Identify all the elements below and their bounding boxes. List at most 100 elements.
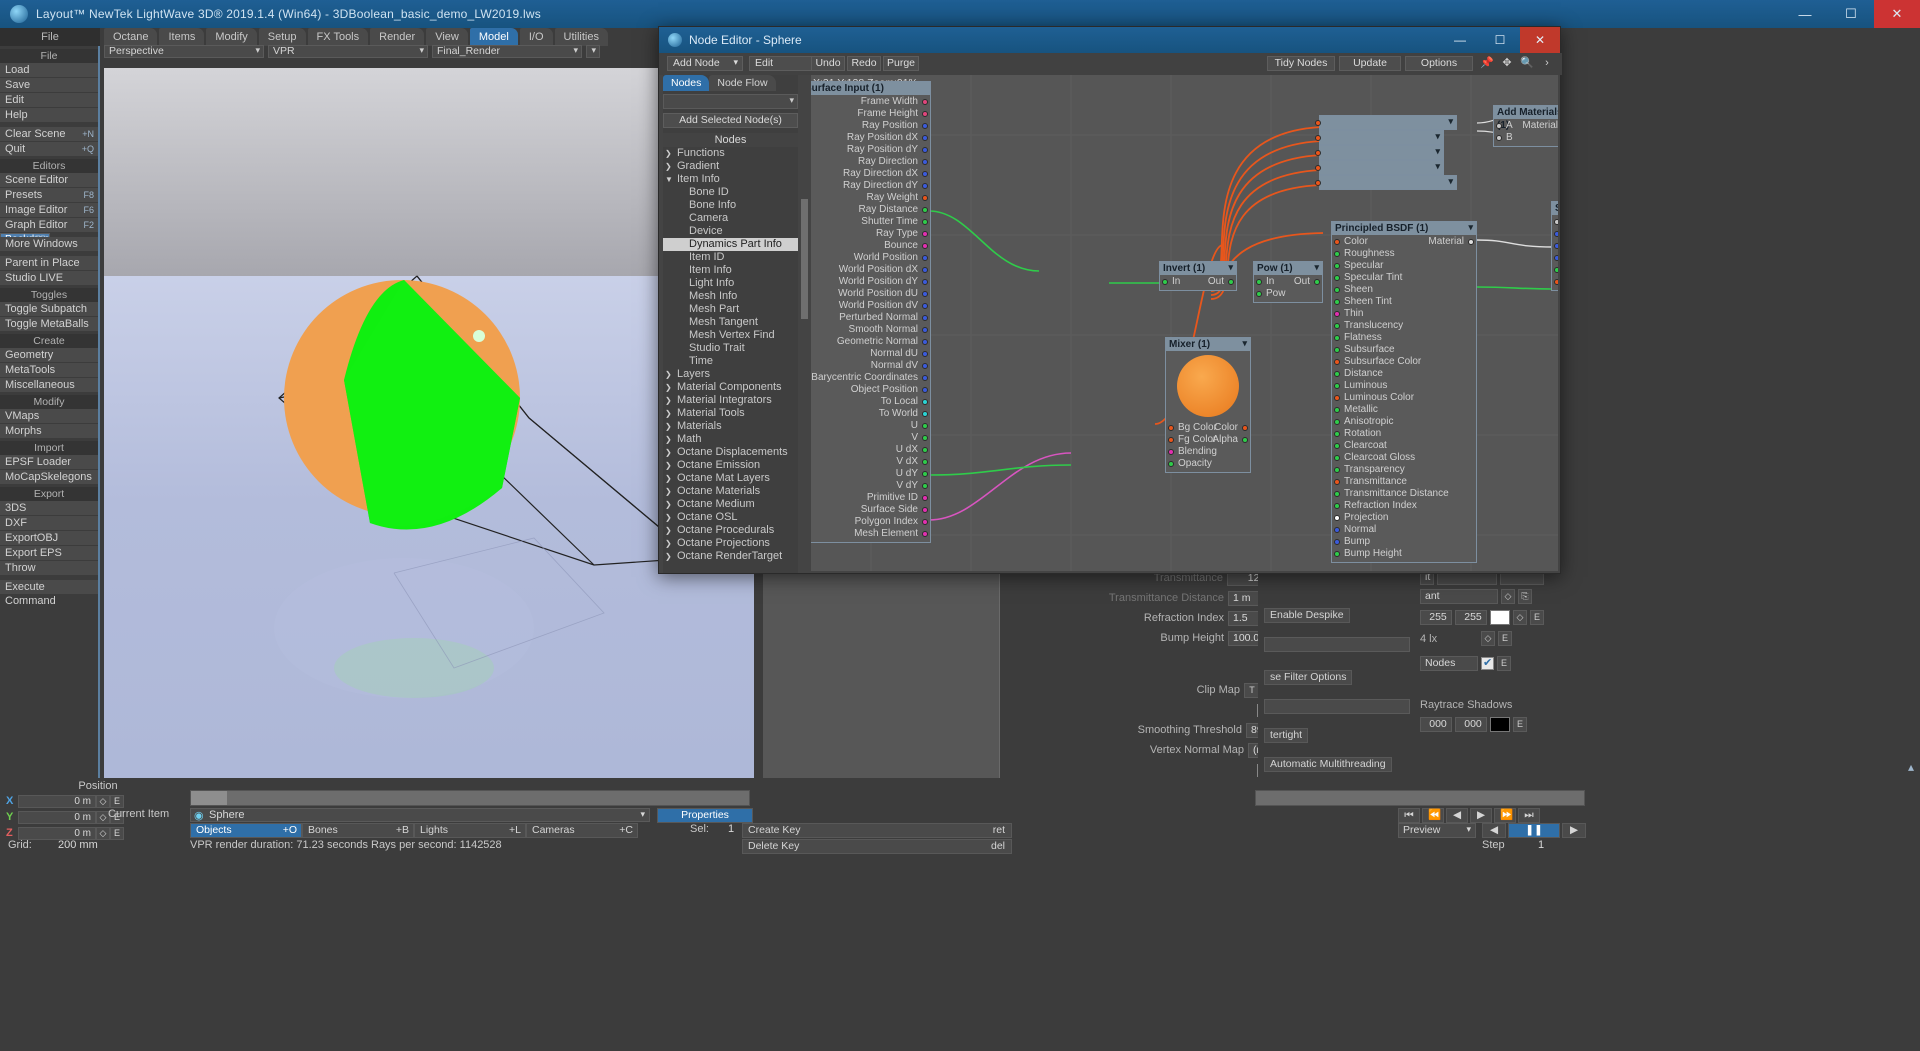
nodes-checkbox[interactable] <box>1481 656 1494 670</box>
axis-key-icon-z[interactable]: ◇ <box>96 827 110 840</box>
port-dot[interactable] <box>1334 455 1340 461</box>
lx-envelope-button[interactable]: E <box>1498 631 1512 646</box>
port-dot[interactable] <box>1334 347 1340 353</box>
port-dot-bg[interactable] <box>1168 425 1174 431</box>
port-dot[interactable] <box>1334 383 1340 389</box>
pbsdf-port-clearcoat[interactable]: Clearcoat <box>1332 440 1476 452</box>
item-type-buttons[interactable]: Objects +O Bones +B Lights +L Cameras +C <box>190 823 638 838</box>
axis-value-x[interactable]: 0 m <box>18 795 96 808</box>
sidebar-item-save[interactable]: Save <box>0 78 98 92</box>
port-dot[interactable] <box>922 123 928 129</box>
playback-controls[interactable]: ◀ ❚❚ ▶ <box>1482 823 1586 838</box>
node-tree-item-functions[interactable]: ❯ Functions <box>663 147 798 160</box>
port-dot[interactable] <box>922 351 928 357</box>
pbsdf-port-distance[interactable]: Distance <box>1332 368 1476 380</box>
port-dot[interactable] <box>922 183 928 189</box>
sidebar-item-epsf-loader[interactable]: EPSF Loader <box>0 455 98 469</box>
chevron-right-icon[interactable]: ❯ <box>665 498 677 511</box>
add-materials-node[interactable]: Add Materials (1)▾ A Material B <box>1493 105 1558 147</box>
pbsdf-port-sheen-tint[interactable]: Sheen Tint <box>1332 296 1476 308</box>
port-dot[interactable] <box>1334 551 1340 557</box>
surface-input-port-to-world[interactable]: To World <box>811 408 930 420</box>
color-key-icon[interactable]: ◇ <box>1513 610 1527 625</box>
pbsdf-port-transmittance[interactable]: Transmittance <box>1332 476 1476 488</box>
port-dot[interactable] <box>1334 419 1340 425</box>
port-a[interactable]: A Material <box>1494 120 1558 132</box>
chevron-right-icon[interactable]: › <box>1539 55 1555 71</box>
surface-out-port-normal[interactable]: Normal <box>1552 228 1558 240</box>
sidebar-item-geometry[interactable]: Geometry <box>0 348 98 362</box>
pbsdf-port-transparency[interactable]: Transparency <box>1332 464 1476 476</box>
invert-node-title[interactable]: Invert (1) ▾ <box>1160 262 1236 275</box>
port-dot[interactable] <box>922 147 928 153</box>
surface-input-port-ray-position-dx[interactable]: Ray Position dX <box>811 132 930 144</box>
sidebar-item-toggle-metaballs[interactable]: Toggle MetaBalls <box>0 317 98 331</box>
port-dot-out[interactable] <box>1228 279 1234 285</box>
port-dot[interactable] <box>922 447 928 453</box>
port-dot[interactable] <box>922 411 928 417</box>
port-dot[interactable] <box>1554 219 1558 225</box>
chevron-right-icon[interactable]: ❯ <box>665 420 677 433</box>
surface-input-port-perturbed-normal[interactable]: Perturbed Normal <box>811 312 930 324</box>
sidebar-item-scene-editor[interactable]: Scene Editor <box>0 173 98 187</box>
port-dot-input[interactable] <box>1315 135 1321 141</box>
port-dot[interactable] <box>922 219 928 225</box>
next-frame-button[interactable]: ▶ <box>1470 808 1492 823</box>
chevron-right-icon[interactable]: ❯ <box>665 537 677 550</box>
surface-input-port-u[interactable]: U <box>811 420 930 432</box>
surface-input-port-ray-position-dy[interactable]: Ray Position dY <box>811 144 930 156</box>
node-tree-item-octane-procedurals[interactable]: ❯ Octane Procedurals <box>663 524 798 537</box>
surface-input-port-normal-dv[interactable]: Normal dV <box>811 360 930 372</box>
sidebar-item-parent-in-place[interactable]: Parent in Place <box>0 256 98 270</box>
port-dot[interactable] <box>922 207 928 213</box>
surface-input-node[interactable]: Surface Input (1) Frame Width Frame Heigh… <box>811 81 931 543</box>
sidebar-item-export-eps[interactable]: Export EPS <box>0 546 98 560</box>
port-dot[interactable] <box>922 327 928 333</box>
chevron-right-icon[interactable]: ❯ <box>665 381 677 394</box>
play-reverse-button[interactable]: ◀ <box>1482 823 1506 838</box>
redo-button[interactable]: Redo <box>847 56 881 71</box>
port-dot-input[interactable] <box>1315 165 1321 171</box>
sidebar-item-miscellaneous[interactable]: Miscellaneous <box>0 378 98 392</box>
current-item-select[interactable]: ◉ Sphere ▾ <box>190 808 650 822</box>
surface-out-port-displacement[interactable]: Displacement <box>1552 252 1558 264</box>
port-dot-pow-out[interactable] <box>1314 279 1320 285</box>
sidebar-item-studio-live[interactable]: Studio LIVE <box>0 271 98 285</box>
pbsdf-port-metallic[interactable]: Metallic <box>1332 404 1476 416</box>
pause-button[interactable]: ❚❚ <box>1508 823 1560 838</box>
port-dot[interactable] <box>922 519 928 525</box>
standard-node[interactable]: ▾ <box>1315 145 1444 160</box>
unreal-node[interactable]: ▾ <box>1315 160 1444 175</box>
node-tree-item-dynamics-part-info[interactable]: Dynamics Part Info <box>663 238 798 251</box>
pbsdf-port-rotation[interactable]: Rotation <box>1332 428 1476 440</box>
port-dot-b[interactable] <box>1496 135 1502 141</box>
pbsdf-port-bump[interactable]: Bump <box>1332 536 1476 548</box>
pbsdf-port-sheen[interactable]: Sheen <box>1332 284 1476 296</box>
color-r-value[interactable]: 255 <box>1420 610 1452 625</box>
port-dot[interactable] <box>1334 371 1340 377</box>
port-dot-in[interactable] <box>1162 279 1168 285</box>
node-tree-item-octane-materials[interactable]: ❯ Octane Materials <box>663 485 798 498</box>
node-editor-window-controls[interactable]: — ☐ ✕ <box>1440 27 1560 53</box>
next-key-button[interactable]: ⏩ <box>1494 808 1516 823</box>
pbsdf-port-bump-height[interactable]: Bump Height <box>1332 548 1476 560</box>
principled-bsdf-node-title[interactable]: Principled BSDF (1) ▾ <box>1332 222 1476 235</box>
mixer-opacity-port[interactable]: Opacity <box>1166 458 1250 470</box>
cameras-button[interactable]: Cameras +C <box>526 823 638 838</box>
principled-bsdf-ports[interactable]: Color Material Roughness Specular Specular T… <box>1332 235 1476 562</box>
mixer-ports[interactable]: Bg Color Color Fg Color Alpha Blending O… <box>1166 421 1250 472</box>
tidy-nodes-button[interactable]: Tidy Nodes <box>1267 56 1335 71</box>
port-dot[interactable] <box>1334 275 1340 281</box>
delta-node[interactable]: ▾ <box>1315 130 1444 145</box>
chevron-down-icon[interactable]: ▼ <box>665 173 677 186</box>
sidebar-item-3ds[interactable]: 3DS <box>0 501 98 515</box>
port-dot-a[interactable] <box>1496 123 1502 129</box>
port-dot[interactable] <box>922 363 928 369</box>
options-button[interactable]: Options <box>1405 56 1473 71</box>
pbsdf-port-thin[interactable]: Thin <box>1332 308 1476 320</box>
sidebar-item-execute-command[interactable]: Execute Command <box>0 580 98 607</box>
camera-select[interactable]: Final_Render ▾ <box>432 45 582 58</box>
surface-out-port-material[interactable]: Material <box>1552 216 1558 228</box>
pow-exp-port[interactable]: Pow <box>1254 288 1322 300</box>
sidebar-item-quit[interactable]: Quit +Q <box>0 142 98 156</box>
